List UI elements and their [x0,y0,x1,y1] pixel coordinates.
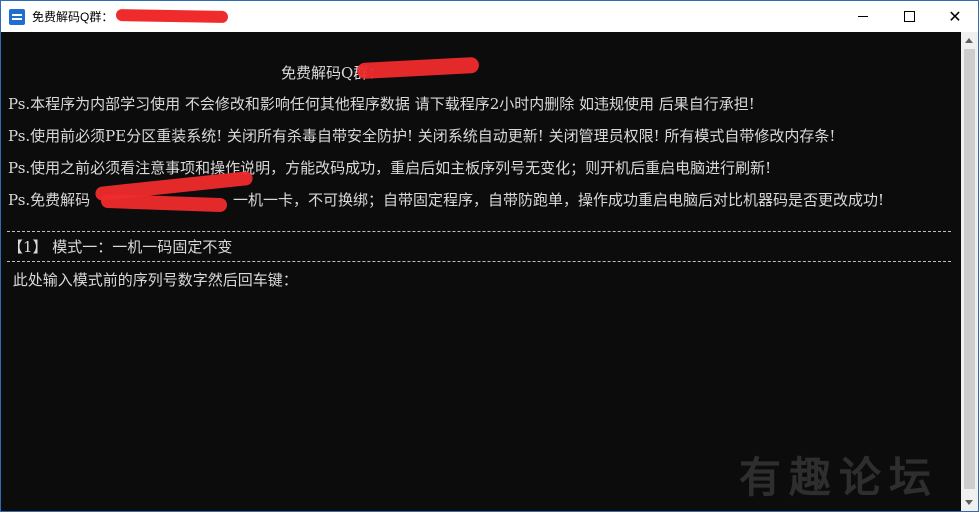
window-title-text: 免费解码Q群： [32,10,114,24]
minimize-icon [858,16,868,17]
window-controls: ✕ [840,1,978,32]
header-redaction-mark [356,56,480,80]
close-icon: ✕ [948,6,962,26]
separator-top [7,231,951,232]
mode-option-1: 【1】 模式一：一机一码固定不变 [8,238,233,256]
scroll-down-icon[interactable] [965,500,973,505]
notice-line-1: Ps.本程序为内部学习使用 不会修改和影响任何其他程序数据 请下载程序2小时内删… [8,95,755,113]
title-bar[interactable]: 免费解码Q群： ✕ [1,1,978,32]
input-prompt[interactable]: 此处输入模式前的序列号数字然后回车键： [8,271,298,289]
console-app-icon [9,8,25,25]
scroll-thumb[interactable] [964,49,975,489]
minimize-button[interactable] [840,1,886,32]
window-title: 免费解码Q群： [32,8,229,25]
title-redaction-mark [115,9,229,23]
close-button[interactable]: ✕ [932,1,978,32]
vertical-scrollbar[interactable] [961,32,978,511]
console-window: 免费解码Q群： ✕ 免费解码Q群： Ps.本程序为内部学习使用 不会修改和影响任… [0,0,979,512]
maximize-icon [903,11,915,22]
maximize-button[interactable] [886,1,932,32]
notice-line-2: Ps.使用前必须PE分区重装系统! 关闭所有杀毒自带安全防护! 关闭系统自动更新… [8,127,836,145]
notice-line-4-start: Ps.免费解码 [8,191,91,209]
notice-line-3: Ps.使用之前必须看注意事项和操作说明，方能改码成功，重启后如主板序列号无变化；… [8,159,772,177]
forum-watermark: 有趣论坛 [738,453,939,502]
separator-bottom [7,261,951,262]
notice-redaction-mark-bottom [100,193,228,213]
console-output[interactable]: 免费解码Q群： Ps.本程序为内部学习使用 不会修改和影响任何其他程序数据 请下… [1,32,961,511]
notice-line-4-end: 一机一卡，不可换绑；自带固定程序，自带防跑单，操作成功重启电脑后对比机器码是否更… [233,191,885,209]
scroll-up-icon[interactable] [965,38,973,43]
